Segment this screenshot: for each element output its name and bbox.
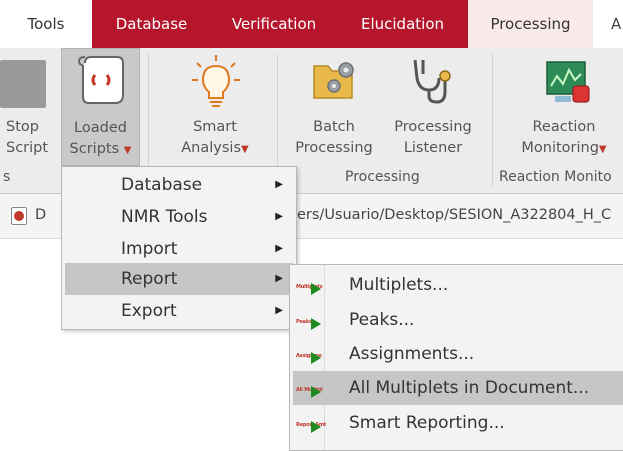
submenu-item-label: Peaks... — [349, 310, 415, 330]
chevron-right-icon: ▶ — [275, 305, 283, 316]
tab-database-label: Database — [115, 15, 188, 33]
chevron-right-icon: ▶ — [275, 179, 283, 190]
chevron-down-icon: ▼ — [598, 144, 607, 155]
menu-item-label: Import — [121, 239, 178, 259]
batch-processing-button[interactable]: Batch Processing — [286, 48, 382, 166]
submenu-item-multiplets[interactable]: Multiplets Multiplets... — [293, 268, 623, 302]
chevron-right-icon: ▶ — [275, 211, 283, 222]
lightbulb-icon — [192, 55, 240, 107]
tab-overflow[interactable]: A — [593, 0, 623, 48]
processing-listener-label: Processing Listener — [394, 119, 472, 156]
stop-icon — [0, 60, 46, 108]
tab-overflow-label: A — [611, 15, 622, 33]
play-icon — [311, 352, 321, 364]
chevron-down-icon: ▼ — [123, 145, 132, 156]
menu-item-export[interactable]: Export ▶ — [65, 295, 293, 327]
stethoscope-icon — [413, 59, 451, 104]
play-icon — [311, 318, 321, 330]
menu-item-database[interactable]: Database ▶ — [65, 169, 293, 201]
smart-analysis-button[interactable]: Smart Analysis▼ — [165, 48, 265, 166]
group-label-processing: Processing — [345, 169, 420, 185]
reaction-monitor-icon — [546, 61, 590, 103]
reaction-monitoring-label: Reaction Monitoring▼ — [521, 119, 607, 156]
menu-item-report[interactable]: Report ▶ — [65, 263, 293, 295]
menu-item-label: NMR Tools — [121, 207, 208, 227]
document-icon — [11, 207, 27, 225]
stop-script-label: Stop Script — [6, 119, 49, 156]
ribbon-tab-strip: Tools Database Verification Elucidation … — [0, 0, 623, 48]
group-label-scripts: s — [3, 169, 11, 185]
thumb-label: Peaks — [296, 319, 312, 325]
chevron-down-icon: ▼ — [241, 144, 249, 155]
menu-item-label: Export — [121, 301, 177, 321]
submenu-item-label: Multiplets... — [349, 275, 449, 295]
tab-elucidation[interactable]: Elucidation — [337, 0, 468, 48]
tab-processing-label: Processing — [490, 15, 571, 33]
tab-database[interactable]: Database — [92, 0, 211, 48]
group-label-reaction: Reaction Monito — [499, 169, 612, 185]
scroll-script-icon — [77, 56, 124, 104]
tab-elucidation-label: Elucidation — [360, 15, 444, 33]
submenu-item-label: Smart Reporting... — [349, 413, 505, 433]
submenu-item-smart-reporting[interactable]: Report Smt Smart Reporting... — [293, 406, 623, 440]
chevron-right-icon: ▶ — [275, 273, 283, 284]
menu-item-label: Report — [121, 269, 178, 289]
play-icon — [311, 386, 321, 398]
folder-gear-icon — [313, 62, 354, 99]
menu-item-nmr-tools[interactable]: NMR Tools ▶ — [65, 201, 293, 233]
menu-item-import[interactable]: Import ▶ — [65, 233, 293, 265]
batch-processing-label: Batch Processing — [295, 119, 373, 156]
submenu-item-peaks[interactable]: Peaks Peaks... — [293, 303, 623, 337]
smart-analysis-label: Smart Analysis▼ — [181, 119, 249, 156]
tab-verification[interactable]: Verification — [211, 0, 337, 48]
scripts-dropdown-menu: Database ▶ NMR Tools ▶ Import ▶ Report ▶… — [61, 166, 297, 330]
tab-tools-label: Tools — [27, 15, 65, 33]
document-label: D — [35, 207, 47, 223]
reaction-monitoring-button[interactable]: Reaction Monitoring▼ — [505, 48, 623, 166]
submenu-item-assignments[interactable]: Assignme Assignments... — [293, 337, 623, 371]
chevron-right-icon: ▶ — [275, 243, 283, 254]
submenu-item-label: Assignments... — [349, 344, 475, 364]
submenu-item-label: All Multiplets in Document... — [349, 378, 590, 398]
play-icon — [311, 283, 321, 295]
tab-tools[interactable]: Tools — [0, 0, 92, 48]
play-icon — [311, 421, 321, 433]
loaded-scripts-button[interactable]: Loaded Scripts ▼ — [61, 48, 140, 166]
document-path: ers/Usuario/Desktop/SESION_A322804_H_C — [297, 207, 612, 223]
loaded-scripts-label: Loaded Scripts ▼ — [69, 120, 132, 157]
report-submenu: Multiplets Multiplets... Peaks Peaks... … — [289, 264, 623, 451]
submenu-item-all-multiplets[interactable]: All Multipl All Multiplets in Document..… — [293, 371, 623, 405]
ribbon-separator — [492, 54, 493, 186]
processing-listener-button[interactable]: Processing Listener — [385, 48, 481, 166]
stop-script-button[interactable]: Stop Script — [0, 48, 52, 166]
menu-item-label: Database — [121, 175, 203, 195]
tab-processing[interactable]: Processing — [468, 0, 593, 48]
tab-verification-label: Verification — [231, 15, 317, 33]
